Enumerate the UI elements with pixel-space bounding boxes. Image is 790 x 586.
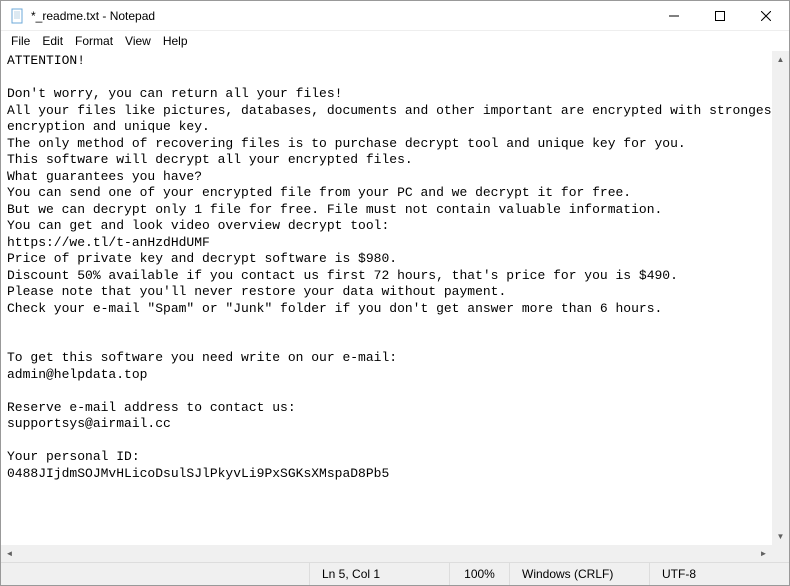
scroll-corner <box>772 545 789 562</box>
notepad-icon <box>9 8 25 24</box>
menubar: File Edit Format View Help <box>1 31 789 51</box>
menu-view[interactable]: View <box>119 32 157 50</box>
close-button[interactable] <box>743 1 789 30</box>
scroll-up-icon[interactable]: ▲ <box>772 51 789 68</box>
menu-file[interactable]: File <box>5 32 36 50</box>
vertical-scrollbar[interactable]: ▲ ▼ <box>772 51 789 545</box>
status-position: Ln 5, Col 1 <box>309 563 449 585</box>
menu-edit[interactable]: Edit <box>36 32 69 50</box>
scroll-track-horizontal[interactable] <box>18 545 755 562</box>
editor-area: ATTENTION! Don't worry, you can return a… <box>1 51 789 562</box>
menu-format[interactable]: Format <box>69 32 119 50</box>
titlebar: *_readme.txt - Notepad <box>1 1 789 31</box>
scroll-right-icon[interactable]: ► <box>755 545 772 562</box>
scroll-down-icon[interactable]: ▼ <box>772 528 789 545</box>
window-controls <box>651 1 789 30</box>
window-title: *_readme.txt - Notepad <box>31 9 651 23</box>
scroll-left-icon[interactable]: ◄ <box>1 545 18 562</box>
text-content[interactable]: ATTENTION! Don't worry, you can return a… <box>1 51 789 484</box>
statusbar: Ln 5, Col 1 100% Windows (CRLF) UTF-8 <box>1 562 789 585</box>
status-encoding: UTF-8 <box>649 563 789 585</box>
menu-help[interactable]: Help <box>157 32 194 50</box>
status-zoom: 100% <box>449 563 509 585</box>
horizontal-scrollbar[interactable]: ◄ ► <box>1 545 772 562</box>
maximize-button[interactable] <box>697 1 743 30</box>
scroll-track-vertical[interactable] <box>772 68 789 528</box>
status-line-ending: Windows (CRLF) <box>509 563 649 585</box>
minimize-button[interactable] <box>651 1 697 30</box>
